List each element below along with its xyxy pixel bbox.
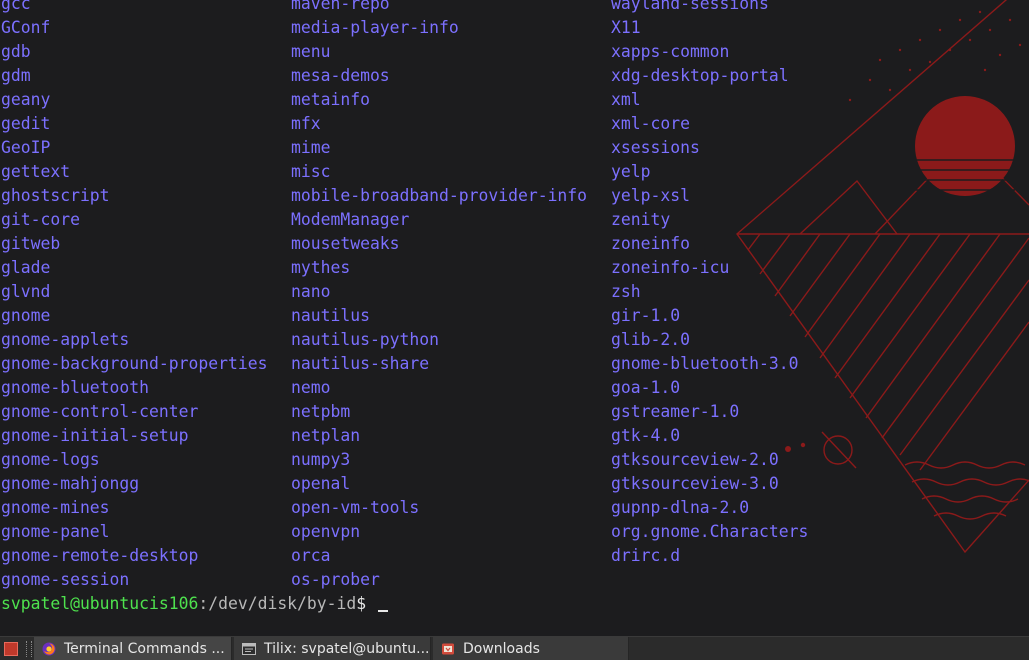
- directory-entry: gedit: [1, 114, 51, 133]
- directory-entry: gir-1.0: [611, 306, 681, 325]
- directory-entry: gnome-panel: [1, 522, 110, 541]
- directory-entry: maven-repo: [291, 0, 390, 13]
- prompt-symbol: $: [356, 594, 377, 613]
- directory-entry: mobile-broadband-provider-info: [291, 186, 588, 205]
- directory-entry: gnome-bluetooth-3.0: [611, 354, 799, 373]
- directory-column-1: gcc GConf gdb gdm geany gedit GeoIP gettext ghos…: [1, 0, 267, 592]
- directory-entry: mime: [291, 138, 331, 157]
- directory-entry: netpbm: [291, 402, 351, 421]
- directory-entry: gnome-mines: [1, 498, 110, 517]
- directory-entry: gnome-logs: [1, 450, 100, 469]
- directory-entry: xdg-desktop-portal: [611, 66, 789, 85]
- directory-entry: openal: [291, 474, 351, 493]
- directory-entry: gnome: [1, 306, 51, 325]
- directory-entry: zoneinfo-icu: [611, 258, 730, 277]
- directory-entry: netplan: [291, 426, 361, 445]
- show-desktop-icon[interactable]: [4, 642, 18, 656]
- directory-entry: mythes: [291, 258, 351, 277]
- task-button-downloads[interactable]: Downloads: [433, 637, 629, 660]
- directory-entry: gnome-mahjongg: [1, 474, 140, 493]
- directory-entry: GeoIP: [1, 138, 51, 157]
- directory-entry: yelp: [611, 162, 651, 181]
- directory-entry: glvnd: [1, 282, 51, 301]
- directory-entry: goa-1.0: [611, 378, 681, 397]
- directory-entry: mesa-demos: [291, 66, 390, 85]
- directory-entry: openvpn: [291, 522, 361, 541]
- directory-entry: gdm: [1, 66, 31, 85]
- directory-entry: gnome-control-center: [1, 402, 199, 421]
- directory-entry: nemo: [291, 378, 331, 397]
- text-cursor: [378, 610, 389, 612]
- directory-entry: misc: [291, 162, 331, 181]
- terminal-output[interactable]: gcc GConf gdb gdm geany gedit GeoIP gettext ghos…: [0, 0, 1029, 628]
- directory-entry: gstreamer-1.0: [611, 402, 740, 421]
- directory-entry: nautilus-share: [291, 354, 430, 373]
- directory-entry: ghostscript: [1, 186, 110, 205]
- directory-entry: nautilus-python: [291, 330, 440, 349]
- directory-entry: os-prober: [291, 570, 380, 589]
- directory-column-2: maven-repo media-player-info menu mesa-demo…: [291, 0, 587, 592]
- directory-entry: glib-2.0: [611, 330, 690, 349]
- directory-entry: gcc: [1, 0, 31, 13]
- directory-entry: gnome-applets: [1, 330, 130, 349]
- directory-entry: gtksourceview-2.0: [611, 450, 779, 469]
- directory-entry: mfx: [291, 114, 321, 133]
- directory-entry: gnome-remote-desktop: [1, 546, 199, 565]
- directory-entry: gdb: [1, 42, 31, 61]
- terminal-window-icon: [242, 643, 256, 655]
- directory-entry: gtk-4.0: [611, 426, 681, 445]
- directory-entry: mousetweaks: [291, 234, 400, 253]
- firefox-icon: [42, 642, 56, 656]
- prompt-path: :/dev/disk/by-id: [198, 594, 357, 613]
- directory-entry: gnome-session: [1, 570, 130, 589]
- directory-entry: zenity: [611, 210, 671, 229]
- directory-entry: org.gnome.Characters: [611, 522, 809, 541]
- directory-entry: nautilus: [291, 306, 370, 325]
- directory-entry: open-vm-tools: [291, 498, 420, 517]
- directory-entry: orca: [291, 546, 331, 565]
- directory-entry: media-player-info: [291, 18, 459, 37]
- taskbar-grip-handle[interactable]: [26, 641, 32, 657]
- directory-entry: gnome-initial-setup: [1, 426, 189, 445]
- directory-entry: xsessions: [611, 138, 700, 157]
- directory-column-3: wayland-sessions X11 xapps-common xdg-deskt…: [611, 0, 808, 568]
- directory-entry: X11: [611, 18, 641, 37]
- directory-entry: gitweb: [1, 234, 61, 253]
- task-button-tilix[interactable]: Tilix: svpatel@ubuntu...: [234, 637, 431, 660]
- directory-entry: zoneinfo: [611, 234, 690, 253]
- directory-entry: xml-core: [611, 114, 690, 133]
- directory-entry: gnome-background-properties: [1, 354, 268, 373]
- directory-entry: drirc.d: [611, 546, 681, 565]
- directory-entry: GConf: [1, 18, 51, 37]
- directory-entry: menu: [291, 42, 331, 61]
- directory-entry: xapps-common: [611, 42, 730, 61]
- directory-entry: ModemManager: [291, 210, 410, 229]
- prompt-user-host: svpatel@ubuntucis106: [1, 594, 199, 613]
- directory-entry: metainfo: [291, 90, 370, 109]
- directory-entry: git-core: [1, 210, 80, 229]
- task-button-firefox[interactable]: Terminal Commands ...: [34, 637, 232, 660]
- directory-entry: gtksourceview-3.0: [611, 474, 779, 493]
- directory-entry: gupnp-dlna-2.0: [611, 498, 750, 517]
- shell-prompt[interactable]: svpatel@ubuntucis106:/dev/disk/by-id$: [1, 592, 389, 616]
- taskbar: Terminal Commands ... Tilix: svpatel@ubu…: [0, 636, 1029, 660]
- directory-entry: glade: [1, 258, 51, 277]
- task-label: Terminal Commands ...: [64, 641, 225, 657]
- directory-entry: gnome-bluetooth: [1, 378, 150, 397]
- folder-icon: [442, 643, 454, 655]
- directory-entry: wayland-sessions: [611, 0, 769, 13]
- directory-entry: yelp-xsl: [611, 186, 690, 205]
- task-label: Tilix: svpatel@ubuntu...: [264, 641, 430, 657]
- desktop-screen: gcc GConf gdb gdm geany gedit GeoIP gettext ghos…: [0, 0, 1029, 660]
- directory-entry: numpy3: [291, 450, 351, 469]
- directory-entry: xml: [611, 90, 641, 109]
- task-label: Downloads: [463, 641, 540, 657]
- directory-entry: zsh: [611, 282, 641, 301]
- directory-entry: geany: [1, 90, 51, 109]
- directory-entry: gettext: [1, 162, 71, 181]
- directory-entry: nano: [291, 282, 331, 301]
